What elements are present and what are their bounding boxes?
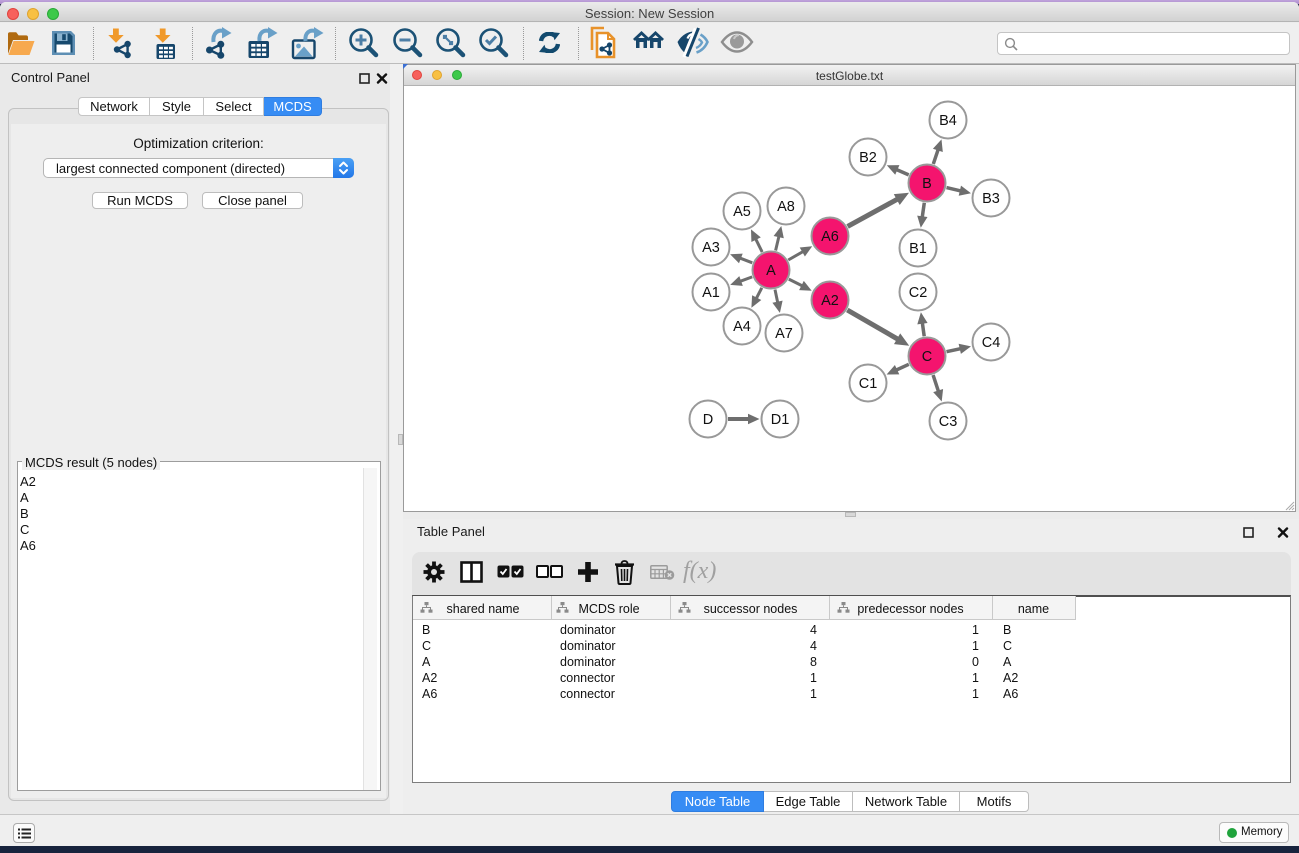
svg-text:B3: B3 — [982, 191, 1000, 207]
svg-text:A3: A3 — [702, 240, 720, 256]
svg-text:A1: A1 — [702, 285, 720, 301]
svg-text:C1: C1 — [859, 376, 878, 392]
svg-text:A4: A4 — [733, 319, 751, 335]
svg-text:A8: A8 — [777, 199, 795, 215]
svg-text:C: C — [922, 349, 932, 365]
svg-text:A5: A5 — [733, 204, 751, 220]
svg-text:D: D — [703, 412, 713, 428]
svg-text:A7: A7 — [775, 326, 793, 342]
svg-text:C2: C2 — [909, 285, 928, 301]
svg-text:C3: C3 — [939, 414, 958, 430]
svg-text:D1: D1 — [771, 412, 790, 428]
svg-text:B: B — [922, 176, 932, 192]
svg-text:A6: A6 — [821, 229, 839, 245]
svg-text:B4: B4 — [939, 113, 957, 129]
svg-text:A2: A2 — [821, 293, 839, 309]
svg-text:B2: B2 — [859, 150, 877, 166]
svg-text:C4: C4 — [982, 335, 1001, 351]
svg-text:A: A — [766, 263, 776, 279]
svg-text:B1: B1 — [909, 241, 927, 257]
